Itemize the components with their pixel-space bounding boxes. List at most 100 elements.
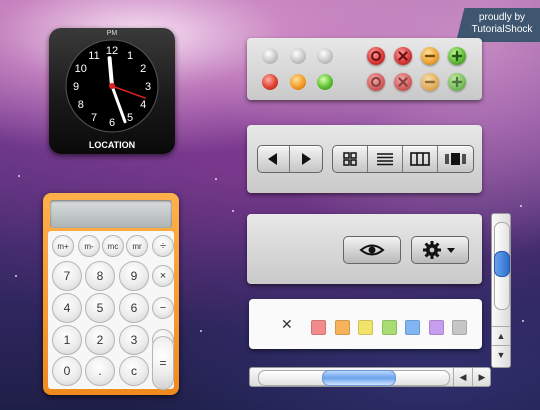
horizontal-scroll-thumb[interactable] bbox=[322, 370, 396, 386]
status-lights-panel bbox=[247, 38, 482, 100]
clock-number: 11 bbox=[88, 50, 99, 62]
star bbox=[18, 175, 20, 177]
close-icon bbox=[398, 51, 408, 61]
add-button[interactable] bbox=[448, 47, 466, 65]
memory-key[interactable]: mc bbox=[102, 235, 124, 257]
hour-hand bbox=[107, 56, 114, 88]
calculator-key[interactable]: 3 bbox=[119, 325, 149, 355]
clock-number: 7 bbox=[91, 112, 97, 124]
forward-button[interactable] bbox=[290, 146, 322, 172]
toolbar-panel bbox=[247, 125, 482, 193]
calculator-display bbox=[50, 200, 172, 228]
list-view-icon bbox=[377, 153, 393, 166]
coverflow-view-button[interactable] bbox=[438, 146, 473, 172]
clock-number: 12 bbox=[106, 45, 118, 57]
columns-view-button[interactable] bbox=[403, 146, 438, 172]
color-label-swatch[interactable] bbox=[311, 320, 326, 335]
equals-key[interactable]: = bbox=[152, 336, 174, 390]
status-dot-grey bbox=[290, 48, 306, 64]
back-button[interactable] bbox=[258, 146, 290, 172]
clock-number: 2 bbox=[140, 63, 146, 75]
eye-icon bbox=[359, 244, 385, 256]
settings-menu-button[interactable] bbox=[411, 236, 469, 264]
record-button[interactable] bbox=[367, 47, 385, 65]
calculator-key[interactable]: 0 bbox=[52, 356, 82, 386]
gear-icon bbox=[423, 241, 441, 259]
clock-number: 1 bbox=[127, 50, 133, 62]
minimize-button[interactable] bbox=[421, 47, 439, 65]
clock-widget: PM 12 1 2 3 4 5 6 7 8 9 10 11 LOCATION bbox=[49, 28, 175, 154]
clock-center bbox=[109, 83, 115, 89]
clock-number: 10 bbox=[75, 63, 87, 75]
star bbox=[522, 320, 524, 322]
coverflow-view-icon bbox=[445, 153, 466, 165]
calculator-key[interactable]: 6 bbox=[119, 293, 149, 323]
memory-key[interactable]: m- bbox=[78, 235, 100, 257]
calculator-key[interactable]: 9 bbox=[119, 261, 149, 291]
divide-key[interactable]: ÷ bbox=[152, 235, 174, 257]
memory-key[interactable]: mr bbox=[126, 235, 148, 257]
grid-view-button[interactable] bbox=[333, 146, 368, 172]
plus-icon bbox=[451, 50, 463, 62]
scroll-left-button[interactable]: ◀ bbox=[453, 368, 472, 386]
vertical-scrollbar[interactable]: ▲ ▼ bbox=[491, 213, 511, 368]
close-button[interactable] bbox=[394, 47, 412, 65]
star bbox=[215, 178, 217, 180]
clock-number: 3 bbox=[145, 81, 151, 93]
operator-key[interactable]: × bbox=[152, 265, 174, 287]
color-label-swatch[interactable] bbox=[428, 320, 444, 335]
calculator-key[interactable]: . bbox=[85, 356, 115, 386]
vertical-scroll-thumb[interactable] bbox=[494, 251, 510, 277]
credit-line-2: TutorialShock bbox=[471, 24, 533, 35]
list-view-button[interactable] bbox=[368, 146, 403, 172]
star bbox=[15, 275, 17, 277]
operator-key[interactable]: − bbox=[152, 297, 174, 319]
calculator-key[interactable]: 2 bbox=[85, 325, 115, 355]
clock-face: 12 12 3 45678 9 1011 bbox=[65, 39, 159, 133]
calculator-key[interactable]: 4 bbox=[52, 293, 82, 323]
status-dot-green bbox=[317, 74, 333, 90]
clear-label-button[interactable]: ✕ bbox=[281, 316, 293, 333]
preview-button[interactable] bbox=[343, 236, 401, 264]
minimize-button-inactive[interactable] bbox=[421, 73, 439, 91]
scroll-right-button[interactable]: ▶ bbox=[472, 368, 491, 386]
record-icon bbox=[371, 77, 381, 87]
location-label: LOCATION bbox=[88, 140, 136, 150]
clock-number: 6 bbox=[109, 117, 115, 129]
close-button-inactive[interactable] bbox=[394, 73, 412, 91]
star bbox=[232, 210, 234, 212]
back-arrow-icon bbox=[268, 153, 277, 165]
status-dot-orange bbox=[290, 74, 306, 90]
calculator-key[interactable]: 1 bbox=[52, 325, 82, 355]
chevron-down-icon bbox=[447, 248, 455, 253]
status-dot-grey bbox=[262, 48, 278, 64]
color-label-swatch[interactable] bbox=[452, 320, 467, 335]
scroll-up-button[interactable]: ▲ bbox=[492, 326, 510, 345]
color-label-swatch[interactable] bbox=[405, 320, 420, 335]
record-button-inactive[interactable] bbox=[367, 73, 385, 91]
star bbox=[200, 330, 202, 332]
calculator-key[interactable]: c bbox=[119, 356, 149, 386]
minus-icon bbox=[424, 80, 436, 84]
memory-key[interactable]: m+ bbox=[52, 235, 74, 257]
record-icon bbox=[371, 51, 381, 61]
calculator-key[interactable]: 5 bbox=[85, 293, 115, 323]
scroll-down-button[interactable]: ▼ bbox=[492, 345, 510, 364]
status-dot-red bbox=[262, 74, 278, 90]
close-icon bbox=[398, 77, 408, 87]
color-label-swatch[interactable] bbox=[334, 320, 350, 335]
star bbox=[520, 205, 522, 207]
add-button-inactive[interactable] bbox=[448, 73, 466, 91]
actions-panel bbox=[247, 214, 482, 284]
horizontal-scrollbar[interactable]: ◀ ▶ bbox=[249, 367, 491, 387]
color-label-swatch[interactable] bbox=[358, 320, 373, 335]
view-mode-segment bbox=[332, 145, 474, 173]
clock-number: 9 bbox=[73, 81, 79, 93]
credit-line-1: proudly by bbox=[478, 12, 526, 23]
calculator-key[interactable]: 8 bbox=[85, 261, 115, 291]
clock-number: 8 bbox=[78, 99, 84, 111]
color-label-swatch[interactable] bbox=[381, 320, 397, 335]
calculator-key[interactable]: 7 bbox=[52, 261, 82, 291]
forward-arrow-icon bbox=[302, 153, 311, 165]
clock-number: 4 bbox=[140, 99, 146, 111]
